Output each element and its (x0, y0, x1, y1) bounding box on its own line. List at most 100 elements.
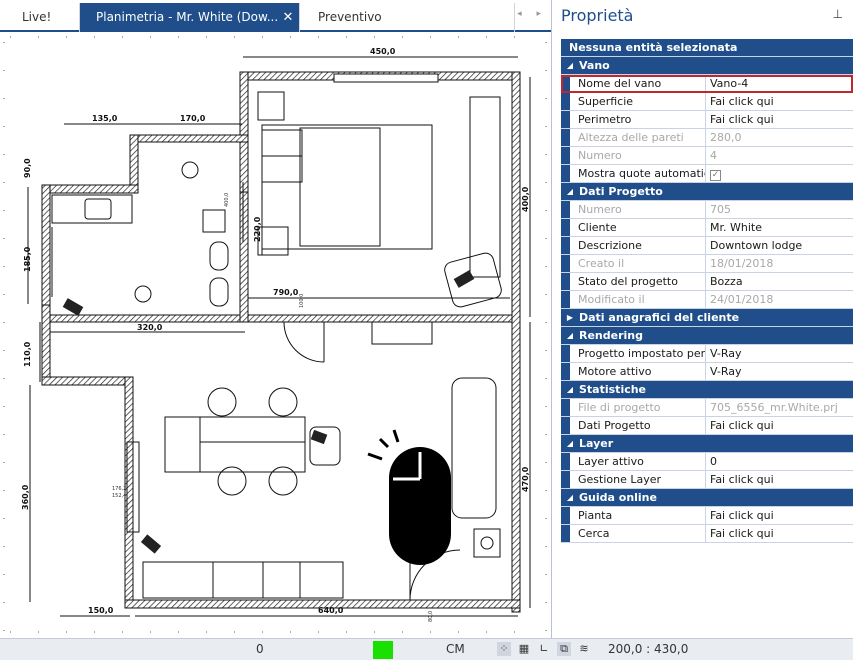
property-key: Nome del vano (570, 75, 706, 92)
property-row-mostra-quote[interactable]: Mostra quote automatiche ✓ (561, 165, 853, 183)
properties-panel: Proprietà ⊥ Nessuna entità selezionata ◢… (551, 0, 853, 638)
section-label: Guida online (579, 491, 657, 504)
property-value-select[interactable]: V-Ray (706, 363, 853, 380)
cursor-coordinates: 200,0 : 430,0 (608, 642, 689, 656)
properties-title: Proprietà (561, 6, 634, 25)
property-value: 705_6556_mr.White.prj (710, 401, 838, 414)
property-row-superficie[interactable]: Superficie Fai click qui (561, 93, 853, 111)
section-label: Rendering (579, 329, 643, 342)
property-key: Numero (570, 201, 706, 218)
dim-label: 790,0 (273, 288, 299, 297)
property-row-cerca[interactable]: Cerca Fai click qui (561, 525, 853, 543)
selection-header-label: Nessuna entità selezionata (569, 41, 738, 54)
section-vano[interactable]: ◢ Vano (561, 57, 853, 75)
property-row-dati-progetto-stat[interactable]: Dati Progetto Fai click qui (561, 417, 853, 435)
collapse-triangle-icon[interactable]: ◢ (561, 327, 579, 344)
collapse-triangle-icon[interactable]: ◢ (561, 381, 579, 398)
dim-label: 90,0 (23, 158, 32, 178)
property-row-pianta[interactable]: Pianta Fai click qui (561, 507, 853, 525)
property-row-altezza: Altezza delle pareti 280,0 (561, 129, 853, 147)
unit-label[interactable]: CM (446, 642, 465, 656)
property-value-link[interactable]: Fai click qui (706, 417, 853, 434)
property-row-nome-del-vano[interactable]: Nome del vano Vano-4 (561, 75, 853, 93)
property-row-numero: Numero 4 (561, 147, 853, 165)
dim-small-label: 152,4 (112, 493, 126, 499)
property-value-select[interactable]: V-Ray (706, 345, 853, 362)
collapse-triangle-icon[interactable]: ◢ (561, 435, 579, 452)
property-key: Superficie (570, 93, 706, 110)
dim-small-label: 80,0 (428, 611, 434, 622)
tab-planimetria[interactable]: Planimetria - Mr. White (Dow... ✕ (80, 3, 300, 32)
property-row-numero-progetto: Numero 705 (561, 201, 853, 219)
close-icon[interactable]: ✕ (281, 3, 295, 32)
dim-label: 450,0 (370, 47, 396, 56)
section-label: Dati anagrafici del cliente (579, 311, 740, 324)
ruler-ticks (3, 36, 547, 633)
selection-header: Nessuna entità selezionata (561, 39, 853, 57)
dim-label: 110,0 (23, 341, 32, 367)
floor-plan-canvas[interactable]: 450,0 135,0 170,0 90,0 185,0 400,0 220,0… (0, 32, 551, 638)
tab-preventivo[interactable]: Preventivo (300, 3, 515, 32)
property-value-input[interactable]: Mr. White (706, 219, 853, 236)
snap-grid-icon[interactable]: ⁘ (497, 642, 511, 656)
property-key: Pianta (570, 507, 706, 524)
tab-scroll-arrows-icon[interactable]: ◂ ▸ (517, 9, 547, 19)
collapse-triangle-icon[interactable]: ◢ (561, 57, 579, 74)
section-label: Layer (579, 437, 614, 450)
section-rendering[interactable]: ◢ Rendering (561, 327, 853, 345)
property-key: Motore attivo (570, 363, 706, 380)
dim-label: 640,0 (318, 606, 344, 615)
property-value-select[interactable]: Bozza (706, 273, 853, 290)
grid-icon[interactable]: ▦ (517, 642, 531, 656)
ortho-icon[interactable]: ∟ (537, 642, 551, 656)
section-label: Vano (579, 59, 610, 72)
property-value-link[interactable]: Fai click qui (706, 471, 853, 488)
mouse-illustration (367, 429, 451, 565)
tab-planimetria-label: Planimetria - Mr. White (Dow... (96, 10, 279, 24)
property-value: 18/01/2018 (710, 257, 774, 270)
property-value-link[interactable]: Fai click qui (706, 525, 853, 542)
property-key: Perimetro (570, 111, 706, 128)
section-guida-online[interactable]: ◢ Guida online (561, 489, 853, 507)
property-row-layer-attivo[interactable]: Layer attivo 0 (561, 453, 853, 471)
property-row-motore-attivo[interactable]: Motore attivo V-Ray (561, 363, 853, 381)
expand-triangle-icon[interactable]: ▶ (561, 309, 579, 326)
property-row-gestione-layer[interactable]: Gestione Layer Fai click qui (561, 471, 853, 489)
section-dati-progetto[interactable]: ◢ Dati Progetto (561, 183, 853, 201)
tab-live-label: Live! (22, 10, 52, 24)
section-statistiche[interactable]: ◢ Statistiche (561, 381, 853, 399)
dim-small-label: 100,0 (299, 294, 305, 308)
mostra-quote-checkbox[interactable]: ✓ (710, 170, 721, 181)
section-layer[interactable]: ◢ Layer (561, 435, 853, 453)
property-row-cliente[interactable]: Cliente Mr. White (561, 219, 853, 237)
dim-label: 320,0 (137, 323, 163, 332)
property-row-progetto-impostato[interactable]: Progetto impostato per V-Ray (561, 345, 853, 363)
tab-preventivo-label: Preventivo (318, 10, 382, 24)
tab-live[interactable]: Live! (0, 3, 80, 32)
property-value-link[interactable]: Fai click qui (706, 93, 853, 110)
collapse-triangle-icon[interactable]: ◢ (561, 183, 579, 200)
property-key: Creato il (570, 255, 706, 272)
dim-label: 185,0 (23, 246, 32, 272)
property-value-input[interactable]: Vano-4 (706, 75, 853, 92)
property-value-select[interactable]: 0 (706, 453, 853, 470)
pin-icon[interactable]: ⊥ (833, 7, 843, 21)
property-value: 705 (710, 203, 731, 216)
dim-label: 170,0 (180, 114, 206, 123)
document-tab-bar: Live! Planimetria - Mr. White (Dow... ✕ … (0, 0, 551, 32)
property-key: Stato del progetto (570, 273, 706, 290)
wifi-icon[interactable]: ≋ (577, 642, 591, 656)
property-key: Altezza delle pareti (570, 129, 706, 146)
layers-icon[interactable]: ⧉ (557, 642, 571, 656)
property-key: Descrizione (570, 237, 706, 254)
property-row-descrizione[interactable]: Descrizione Downtown lodge (561, 237, 853, 255)
property-value-link[interactable]: Fai click qui (706, 507, 853, 524)
property-row-stato[interactable]: Stato del progetto Bozza (561, 273, 853, 291)
property-key: Mostra quote automatiche (570, 165, 706, 182)
property-value-link[interactable]: Fai click qui (706, 111, 853, 128)
section-dati-anagrafici[interactable]: ▶ Dati anagrafici del cliente (561, 309, 853, 327)
property-row-perimetro[interactable]: Perimetro Fai click qui (561, 111, 853, 129)
dim-label: 400,0 (521, 186, 530, 212)
collapse-triangle-icon[interactable]: ◢ (561, 489, 579, 506)
property-value-input[interactable]: Downtown lodge (706, 237, 853, 254)
